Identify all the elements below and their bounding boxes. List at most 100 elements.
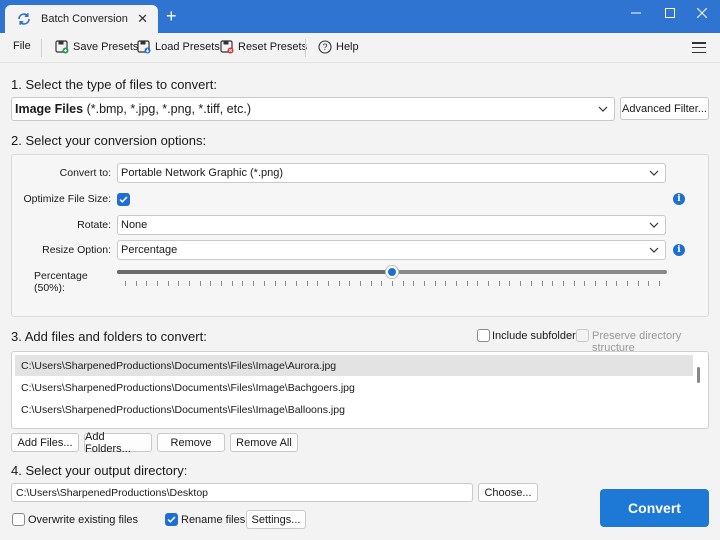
slider-tick	[275, 281, 276, 286]
slider-tick	[349, 281, 350, 286]
advanced-filter-button[interactable]: Advanced Filter...	[620, 97, 709, 120]
save-icon	[55, 40, 69, 54]
slider-tick	[616, 281, 617, 286]
slider-tick	[146, 281, 147, 286]
load-presets-button[interactable]: Load Presets	[137, 40, 220, 54]
preserve-structure-checkbox[interactable]	[576, 329, 589, 342]
rename-checkbox[interactable]	[165, 513, 178, 526]
settings-button[interactable]: Settings...	[246, 510, 306, 529]
add-folders-button[interactable]: Add Folders...	[84, 431, 152, 455]
main-content: 1. Select the type of files to convert: …	[0, 63, 720, 540]
tab-close-icon[interactable]: ✕	[137, 12, 148, 25]
save-presets-button[interactable]: Save Presets	[55, 40, 138, 54]
slider-tick	[638, 281, 639, 286]
svg-text:?: ?	[322, 42, 327, 52]
list-item[interactable]: C:\Users\SharpenedProductions\Documents\…	[15, 355, 693, 376]
slider-tick	[307, 281, 308, 286]
slider-tick	[296, 281, 297, 286]
resize-info-icon[interactable]: i	[673, 244, 685, 256]
slider-tick	[477, 281, 478, 286]
file-type-name: Image Files	[15, 102, 84, 116]
section-3-title: 3. Add files and folders to convert:	[11, 329, 207, 344]
scrollbar[interactable]	[697, 367, 700, 383]
slider-tick	[328, 281, 329, 286]
slider-tick	[659, 281, 660, 286]
slider-tick	[189, 281, 190, 286]
slider-thumb[interactable]	[385, 265, 399, 279]
chevron-down-icon	[598, 106, 608, 112]
remove-button[interactable]: Remove	[157, 433, 225, 452]
add-files-button[interactable]: Add Files...	[11, 433, 79, 452]
reset-presets-label: Reset Presets	[238, 41, 308, 53]
slider-tick	[210, 281, 211, 286]
slider-tick	[392, 281, 393, 286]
chevron-down-icon	[649, 170, 659, 176]
reset-icon	[220, 40, 234, 54]
tab-title: Batch Conversion	[41, 13, 128, 25]
file-type-select[interactable]: Image Files (*.bmp, *.jpg, *.png, *.tiff…	[11, 97, 615, 121]
slider-tick	[424, 281, 425, 286]
optimize-checkbox[interactable]	[117, 193, 130, 206]
convert-button[interactable]: Convert	[600, 489, 709, 527]
title-bar: Batch Conversion ✕ +	[0, 0, 720, 33]
slider-tick	[467, 281, 468, 286]
output-directory-field[interactable]: C:\Users\SharpenedProductions\Desktop	[11, 483, 473, 502]
slider-tick	[435, 281, 436, 286]
slider-tick	[125, 281, 126, 286]
convert-to-value: Portable Network Graphic (*.png)	[121, 167, 284, 179]
slider-tick	[606, 281, 607, 286]
resize-option-value: Percentage	[121, 244, 178, 256]
help-button[interactable]: ? Help	[318, 40, 359, 54]
slider-tick	[445, 281, 446, 286]
slider-tick	[595, 281, 596, 286]
slider-tick	[221, 281, 222, 286]
resize-option-select[interactable]: Percentage	[117, 240, 666, 260]
slider-tick	[360, 281, 361, 286]
choose-button[interactable]: Choose...	[478, 483, 538, 502]
help-icon: ?	[318, 40, 332, 54]
slider-tick	[574, 281, 575, 286]
toolbar: File Save Presets Load Presets Reset Pre…	[0, 33, 720, 63]
slider-tick	[136, 281, 137, 286]
file-list[interactable]: C:\Users\SharpenedProductions\Documents\…	[11, 351, 709, 429]
file-menu[interactable]: File	[13, 40, 31, 52]
slider-fill	[117, 270, 392, 274]
load-icon	[137, 40, 151, 54]
list-item[interactable]: C:\Users\SharpenedProductions\Documents\…	[15, 399, 693, 420]
slider-tick	[178, 281, 179, 286]
slider-tick	[648, 281, 649, 286]
slider-tick	[456, 281, 457, 286]
slider-tick	[200, 281, 201, 286]
close-icon[interactable]	[682, 0, 720, 26]
slider-tick	[264, 281, 265, 286]
rotate-select[interactable]: None	[117, 215, 666, 235]
slider-tick	[563, 281, 564, 286]
section-4-title: 4. Select your output directory:	[11, 463, 188, 478]
slider-tick	[285, 281, 286, 286]
slider-tick	[531, 281, 532, 286]
slider-tick	[627, 281, 628, 286]
slider-tick	[371, 281, 372, 286]
checkmark-icon	[119, 196, 128, 203]
overwrite-checkbox[interactable]	[12, 513, 25, 526]
slider-tick	[520, 281, 521, 286]
tab-batch-conversion[interactable]: Batch Conversion ✕	[5, 5, 158, 33]
slider-tick	[381, 281, 382, 286]
load-presets-label: Load Presets	[155, 41, 220, 53]
hamburger-icon[interactable]	[692, 42, 706, 53]
reset-presets-button[interactable]: Reset Presets	[220, 40, 307, 54]
optimize-info-icon[interactable]: i	[673, 193, 685, 205]
list-item[interactable]: C:\Users\SharpenedProductions\Documents\…	[15, 377, 693, 398]
remove-all-button[interactable]: Remove All	[230, 433, 298, 452]
new-tab-button[interactable]: +	[166, 7, 177, 25]
overwrite-label: Overwrite existing files	[28, 514, 139, 526]
percentage-slider[interactable]	[117, 265, 667, 279]
include-subfolders-checkbox[interactable]	[477, 329, 490, 342]
convert-to-select[interactable]: Portable Network Graphic (*.png)	[117, 163, 666, 183]
slider-tick	[584, 281, 585, 286]
slider-tick	[509, 281, 510, 286]
section-1-title: 1. Select the type of files to convert:	[11, 77, 217, 92]
help-label: Help	[336, 41, 359, 53]
rename-label: Rename files	[181, 514, 246, 526]
slider-tick	[542, 281, 543, 286]
